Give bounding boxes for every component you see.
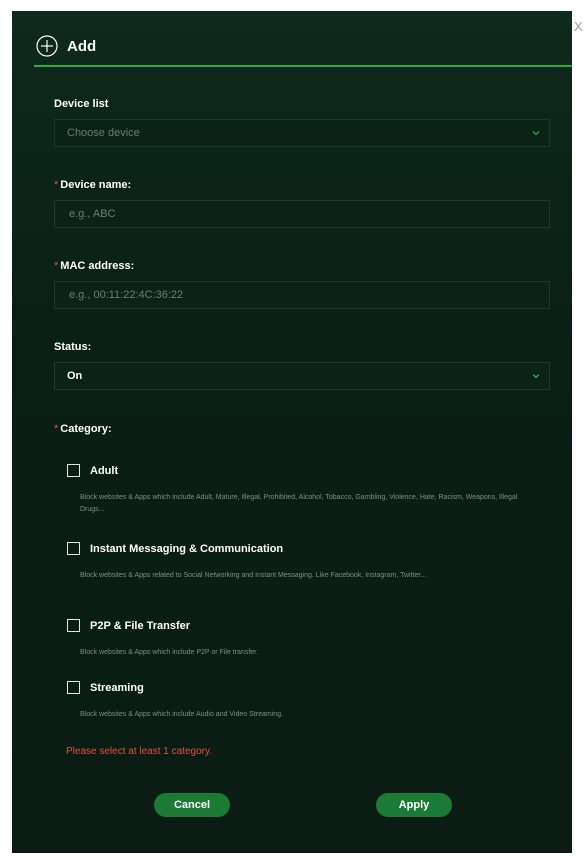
dialog-header: Add <box>36 35 96 57</box>
category-item-streaming: Streaming Block websites & Apps which in… <box>67 681 525 721</box>
category-item-p2p: P2P & File Transfer Block websites & App… <box>67 619 525 659</box>
add-device-dialog: Add Device list Choose device * Device na… <box>12 11 572 853</box>
category-title: Adult <box>90 464 119 477</box>
required-marker: * <box>54 423 59 435</box>
device-name-input[interactable] <box>67 207 549 221</box>
cancel-button[interactable]: Cancel <box>154 793 230 817</box>
category-description: Block websites & Apps which include Adul… <box>80 494 518 513</box>
status-value: On <box>67 370 83 382</box>
header-divider <box>34 65 572 67</box>
instant-messaging-checkbox[interactable] <box>67 542 80 555</box>
category-label: * Category: <box>54 423 112 435</box>
apply-button[interactable]: Apply <box>376 793 452 817</box>
category-label-text: Category: <box>60 423 112 435</box>
category-item-adult: Adult Block websites & Apps which includ… <box>67 464 525 516</box>
device-list-select[interactable]: Choose device <box>54 119 550 147</box>
category-title: P2P & File Transfer <box>90 619 191 632</box>
device-list-label: Device list <box>54 98 109 110</box>
streaming-checkbox[interactable] <box>67 681 80 694</box>
category-item-instant-messaging: Instant Messaging & Communication Block … <box>67 542 525 582</box>
mac-address-field[interactable] <box>54 281 550 309</box>
required-marker: * <box>54 179 59 191</box>
chevron-down-icon <box>532 374 540 379</box>
status-label: Status: <box>54 341 92 353</box>
mac-address-label-text: MAC address: <box>60 260 135 272</box>
plus-circle-icon <box>36 35 58 57</box>
adult-checkbox[interactable] <box>67 464 80 477</box>
p2p-checkbox[interactable] <box>67 619 80 632</box>
device-name-label: * Device name: <box>54 179 131 191</box>
mac-address-label: * MAC address: <box>54 260 134 272</box>
category-description: Block websites & Apps related to Social … <box>80 572 427 579</box>
status-select[interactable]: On <box>54 362 550 390</box>
device-name-field[interactable] <box>54 200 550 228</box>
category-title: Streaming <box>90 681 144 694</box>
category-description: Block websites & Apps which include P2P … <box>80 649 259 656</box>
dialog-title: Add <box>67 37 97 55</box>
device-list-placeholder: Choose device <box>67 127 140 139</box>
close-icon[interactable]: X <box>574 20 583 33</box>
validation-error: Please select at least 1 category. <box>66 746 213 757</box>
device-name-label-text: Device name: <box>60 179 132 191</box>
required-marker: * <box>54 260 59 272</box>
category-description: Block websites & Apps which include Audi… <box>80 711 283 718</box>
mac-address-input[interactable] <box>67 288 549 302</box>
chevron-down-icon <box>532 131 540 136</box>
category-title: Instant Messaging & Communication <box>90 542 284 555</box>
